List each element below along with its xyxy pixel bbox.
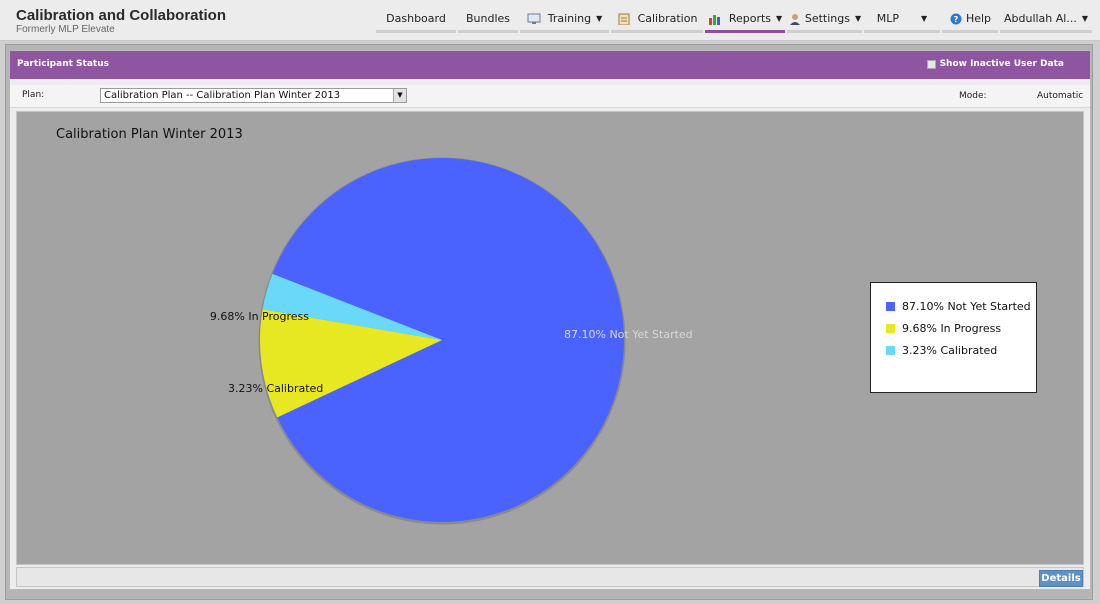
plan-select-value: Calibration Plan -- Calibration Plan Win… <box>104 90 341 101</box>
panel-header: Participant Status Show Inactive User Da… <box>10 51 1090 79</box>
chevron-down-icon: ▼ <box>776 14 783 23</box>
monitor-icon <box>527 13 541 25</box>
show-inactive-checkbox[interactable] <box>926 59 936 69</box>
nav-dashboard-label: Dashboard <box>386 12 446 25</box>
nav-mlp-label: MLP <box>876 12 900 25</box>
nav-dashboard[interactable]: Dashboard <box>376 7 456 33</box>
nav-mlp[interactable]: MLP ▼ <box>864 7 940 33</box>
user-menu[interactable]: Abdullah Al... ▼ <box>1000 7 1092 33</box>
plan-row: Plan: Calibration Plan -- Calibration Pl… <box>10 85 1090 108</box>
nav-training[interactable]: Training ▼ <box>520 7 609 33</box>
legend-swatch <box>886 346 895 355</box>
show-inactive-toggle[interactable]: Show Inactive User Data <box>926 59 1064 69</box>
app-subtitle: Formerly MLP Elevate <box>16 24 115 35</box>
chevron-down-icon: ▼ <box>854 14 862 23</box>
nav-calibration[interactable]: Calibration <box>611 7 703 33</box>
panel-title: Participant Status <box>17 59 109 69</box>
nav-reports-label: Reports <box>728 12 772 25</box>
chevron-down-icon: ▼ <box>596 14 603 23</box>
nav-help-label: Help <box>965 12 992 25</box>
help-icon: ? <box>949 13 963 25</box>
legend-swatch <box>886 324 895 333</box>
nav-bundles-label: Bundles <box>465 12 511 25</box>
pie-label: 3.23% Calibrated <box>228 382 323 395</box>
plan-label: Plan: <box>22 90 45 100</box>
legend-item: 9.68% In Progress <box>886 322 1001 335</box>
pie-label: 87.10% Not Yet Started <box>564 328 693 341</box>
bar-chart-icon <box>708 13 722 25</box>
clipboard-icon <box>617 13 631 25</box>
legend-label: 9.68% In Progress <box>902 322 1002 335</box>
legend-label: 87.10% Not Yet Started <box>902 300 1031 313</box>
nav-training-label: Training <box>547 12 592 25</box>
chart-area: Calibration Plan Winter 2013 87.10% Not … <box>16 111 1084 565</box>
app-title: Calibration and Collaboration <box>16 7 227 24</box>
top-bar: Calibration and Collaboration Formerly M… <box>0 0 1100 41</box>
nav-help[interactable]: ? Help <box>942 7 998 33</box>
details-button[interactable]: Details <box>1039 570 1083 587</box>
mode-value: Automatic <box>1037 91 1084 101</box>
plan-select[interactable]: Calibration Plan -- Calibration Plan Win… <box>100 88 407 103</box>
legend-swatch <box>886 302 895 311</box>
legend-label: 3.23% Calibrated <box>902 344 998 357</box>
nav-settings[interactable]: Settings ▼ <box>787 7 862 33</box>
mode-label: Mode: <box>959 91 987 101</box>
nav-calibration-label: Calibration <box>637 12 698 25</box>
participant-status-panel: Participant Status Show Inactive User Da… <box>9 50 1091 590</box>
nav-settings-label: Settings <box>804 12 850 25</box>
chevron-down-icon[interactable]: ▼ <box>393 89 406 102</box>
chart-legend: 87.10% Not Yet Started 9.68% In Progress… <box>870 282 1037 393</box>
chevron-down-icon: ▼ <box>1081 14 1088 23</box>
user-menu-label: Abdullah Al... <box>1003 12 1077 25</box>
panel-footer <box>16 567 1084 587</box>
nav-reports[interactable]: Reports ▼ <box>705 7 785 33</box>
chevron-down-icon: ▼ <box>921 14 928 23</box>
legend-item: 87.10% Not Yet Started <box>886 300 1031 313</box>
nav-bundles[interactable]: Bundles <box>458 7 518 33</box>
user-icon <box>788 13 802 25</box>
svg-text:?: ? <box>954 15 959 24</box>
show-inactive-label: Show Inactive User Data <box>939 59 1064 69</box>
legend-item: 3.23% Calibrated <box>886 344 997 357</box>
pie-label: 9.68% In Progress <box>210 310 309 323</box>
